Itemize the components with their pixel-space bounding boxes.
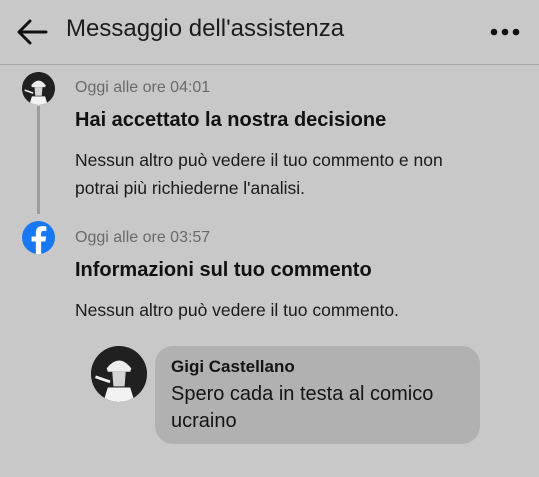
event-description-line: Nessun altro può vedere il tuo commento. [75,300,399,320]
timeline-connector [37,106,40,214]
back-button[interactable] [14,14,50,50]
facebook-logo-icon [22,221,55,254]
event-description: Nessun altro può vedere il tuo commento … [75,146,443,202]
comment-author-name[interactable]: Gigi Castellano [171,357,295,377]
more-horizontal-icon [490,28,520,36]
comment-text-line: ucraino [171,410,237,432]
event-description-line: Nessun altro può vedere il tuo commento … [75,150,443,170]
comment-text-line: Spero cada in testa al comico [171,383,434,405]
comment-text: Spero cada in testa al comico ucraino [171,381,471,435]
page-title: Messaggio dell'assistenza [66,15,345,42]
event-description: Nessun altro può vedere il tuo commento. [75,296,399,324]
event-title: Hai accettato la nostra decisione [75,109,387,131]
avatar [22,72,55,105]
event-timestamp: Oggi alle ore 03:57 [75,229,211,246]
comment-author-avatar [91,346,147,402]
event-title: Informazioni sul tuo commento [75,259,372,281]
more-options-button[interactable] [487,18,523,46]
event-description-line: potrai più richiederne l'analisi. [75,178,305,198]
comment-bubble[interactable]: Gigi Castellano Spero cada in testa al c… [155,346,480,444]
event-timestamp: Oggi alle ore 04:01 [75,79,211,96]
app-header: Messaggio dell'assistenza [0,0,539,65]
arrow-left-icon [17,19,48,45]
